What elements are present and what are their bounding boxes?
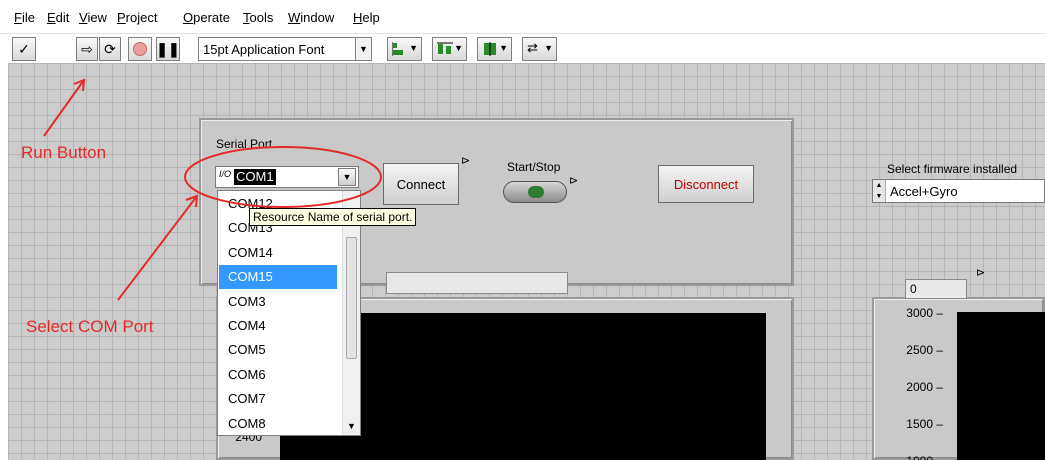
serial-port-highlight: [184, 146, 382, 208]
com-annotation-arrow: [117, 195, 198, 301]
annotation-overlay: [43, 78, 382, 301]
com-arrow-head: [185, 194, 199, 208]
select-com-annotation: Select COM Port: [26, 317, 154, 336]
run-button-annotation: Run Button: [21, 143, 107, 162]
run-annotation-arrow: [43, 79, 85, 137]
